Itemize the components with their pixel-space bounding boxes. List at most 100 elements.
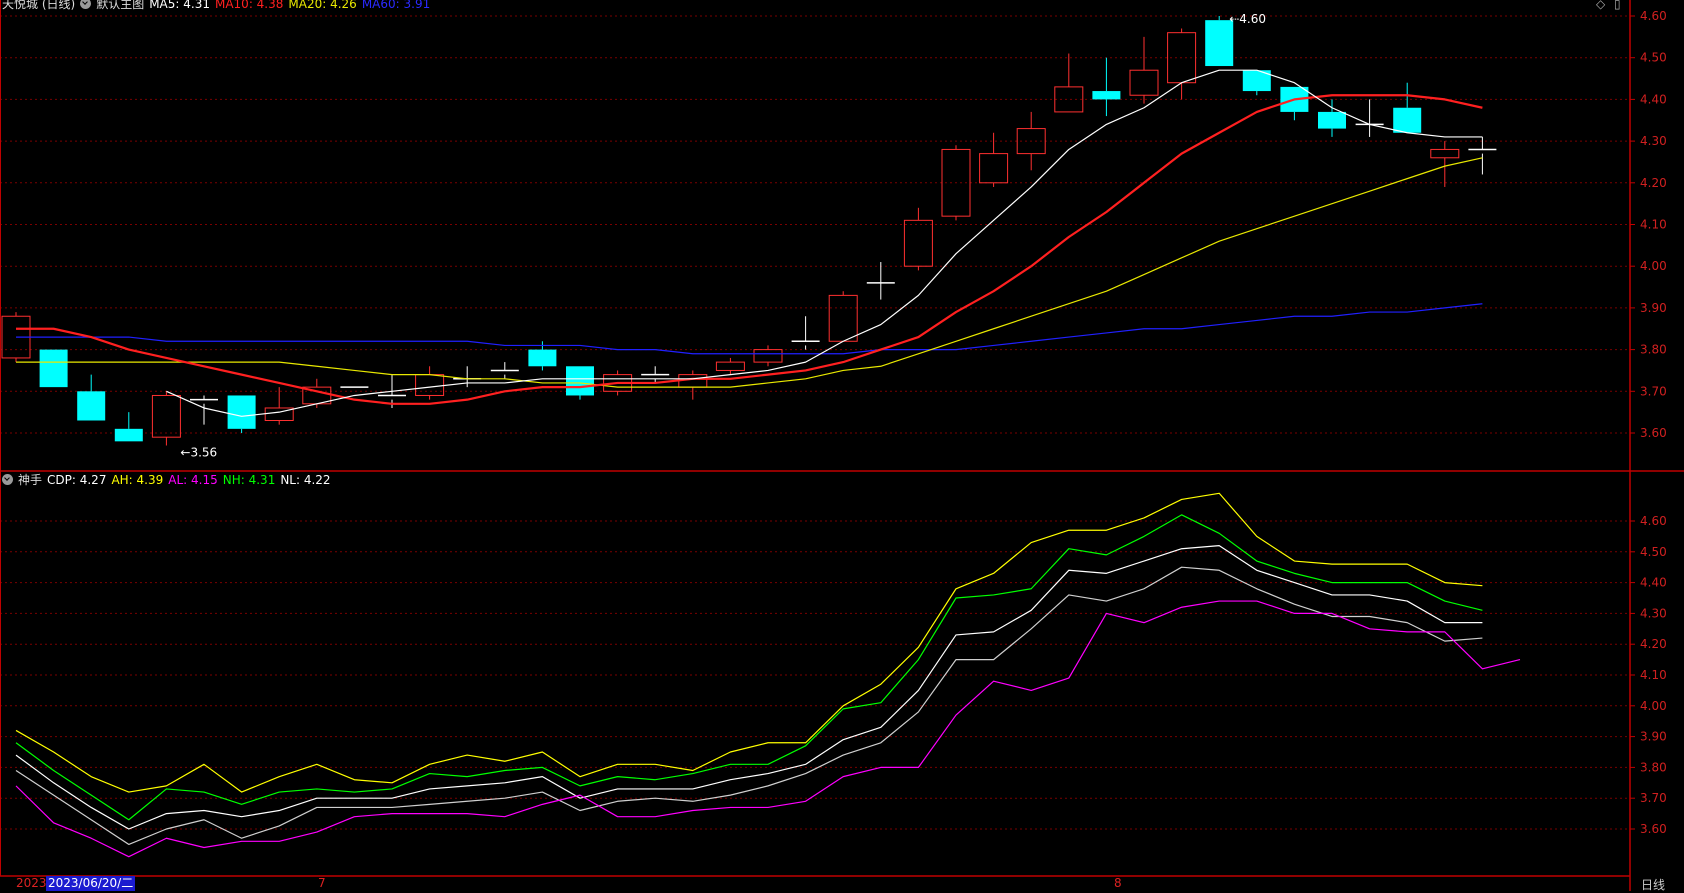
ma20-label: MA20: 4.26 [288,0,357,11]
candle[interactable] [1129,36,1159,104]
sub-axis-tick-label: 4.60 [1640,514,1667,528]
candle-body-up [151,394,181,438]
main-axis-tick-label: 3.90 [1640,301,1667,315]
main-axis-tick-label: 4.10 [1640,218,1667,232]
main-axis-tick-label: 4.30 [1640,134,1667,148]
sub-grid [0,520,1630,830]
indicator-menu-icon[interactable] [2,474,13,485]
moving-average-lines [16,69,1483,417]
ma5-label: MA5: 4.31 [149,0,210,11]
candle[interactable] [641,366,670,383]
al-label: AL: 4.15 [168,473,218,487]
nh-label: NH: 4.31 [222,473,276,487]
template-menu-icon[interactable] [80,0,92,9]
candle[interactable] [1355,99,1384,137]
candle[interactable] [979,132,1009,187]
candle-body-down [77,391,106,421]
main-axis-tick-label: 4.50 [1640,51,1667,65]
main-grid [0,15,1630,434]
sub-axis-tick-label: 3.90 [1640,730,1667,744]
candle[interactable] [77,374,106,421]
ma5-line [166,69,1483,417]
main-price-axis: 4.60 4.50 4.40 4.30 4.20 4.10 4.00 3.90 3.80 3.70… [1630,9,1667,440]
main-axis-tick-label: 4.00 [1640,259,1667,273]
sub-axis-tick-label: 4.10 [1640,668,1667,682]
candle[interactable] [114,412,143,442]
al-line [15,600,1521,858]
stock-label[interactable]: 天悦城 (日线) [2,0,75,11]
sub-axis-tick-label: 4.30 [1640,606,1667,620]
chart-frame [0,0,1684,891]
candle[interactable] [1092,57,1121,117]
main-axis-tick-label: 3.80 [1640,343,1667,357]
ma60-line [16,303,1483,355]
ma20-line [16,157,1483,388]
candle-body-up [903,219,933,267]
cdp-label: CDP: 4.27 [47,473,107,487]
main-axis-tick-label: 4.60 [1640,9,1667,23]
diamond-icon[interactable]: ◇ [1596,0,1605,11]
candle[interactable] [490,362,519,379]
main-axis-tick-label: 3.60 [1640,426,1667,440]
candle-body-up [753,349,783,363]
candle-body-down [1393,107,1422,133]
candle[interactable] [1054,53,1084,113]
candle[interactable] [1318,99,1346,137]
candle-body-down [39,349,68,388]
sub-axis-tick-label: 4.50 [1640,545,1667,559]
ma10-label: MA10: 4.38 [214,0,284,11]
year-label: 2023 [16,876,47,890]
candlestick-series[interactable] [1,16,1497,446]
candle-body-down [1092,91,1121,100]
candle[interactable] [264,387,294,425]
candle-body-up [1129,69,1159,96]
sub-axis-tick-label: 3.60 [1640,822,1667,836]
main-axis-tick-label: 4.20 [1640,176,1667,190]
candle[interactable] [828,291,858,342]
candle-body-up [828,294,858,342]
candle[interactable] [151,391,181,446]
candle-body-up [715,361,745,371]
candle[interactable] [753,345,783,367]
sub-price-axis: 4.60 4.50 4.40 4.30 4.20 4.10 4.00 3.90 3.80 3.70… [1630,514,1667,836]
main-legend: 天悦城 (日线) 默认主图 MA5: 4.31 MA10: 4.38 MA20: 4.2… [2,0,435,12]
candle-body-down [227,395,256,429]
indicator-label[interactable]: 神手 [18,473,42,487]
template-label[interactable]: 默认主图 [96,0,144,11]
low-marker: ←3.56 [180,446,217,460]
candle-body-up [415,374,445,396]
candle[interactable] [678,370,708,400]
cursor-date: 2023/06/20/二 [46,876,136,891]
candle[interactable] [340,386,369,391]
candle[interactable] [39,349,68,388]
sub-legend: 神手 CDP: 4.27 AH: 4.39 AL: 4.15 NH: 4.31 NL: 4… [2,472,336,488]
candle-body-up [979,153,1009,184]
candle-body-down [1318,111,1346,129]
candle-body-up [1054,86,1084,113]
candle-body-down [528,349,557,367]
month-july-label: 7 [318,876,326,890]
candle[interactable] [1393,82,1422,133]
candle-body-down [114,428,143,442]
candle[interactable] [415,366,445,400]
candle-body-up [1430,148,1460,159]
candle-body-down [566,366,594,396]
sub-axis-tick-label: 3.70 [1640,791,1667,805]
sub-axis-tick-label: 3.80 [1640,760,1667,774]
sub-axis-tick-label: 4.40 [1640,576,1667,590]
nl-label: NL: 4.22 [280,473,331,487]
ah-label: AH: 4.39 [111,473,164,487]
candle[interactable] [866,262,895,300]
candle[interactable] [903,207,933,271]
ma60-label: MA60: 3.91 [361,0,431,11]
high-marker: ⇠4.60 [1229,12,1266,26]
candle[interactable] [715,357,745,375]
candle[interactable] [1468,136,1497,175]
period-button[interactable]: 日线 [1641,876,1665,893]
ah-line [15,492,1483,793]
stock-chart-canvas[interactable]: 4.60 4.50 4.40 4.30 4.20 4.10 4.00 3.90 3.80 3.70… [0,0,1684,891]
candle[interactable] [791,316,820,350]
window-icon[interactable]: ▯ [1614,0,1621,11]
nh-line [15,514,1483,821]
sub-axis-tick-label: 4.00 [1640,699,1667,713]
